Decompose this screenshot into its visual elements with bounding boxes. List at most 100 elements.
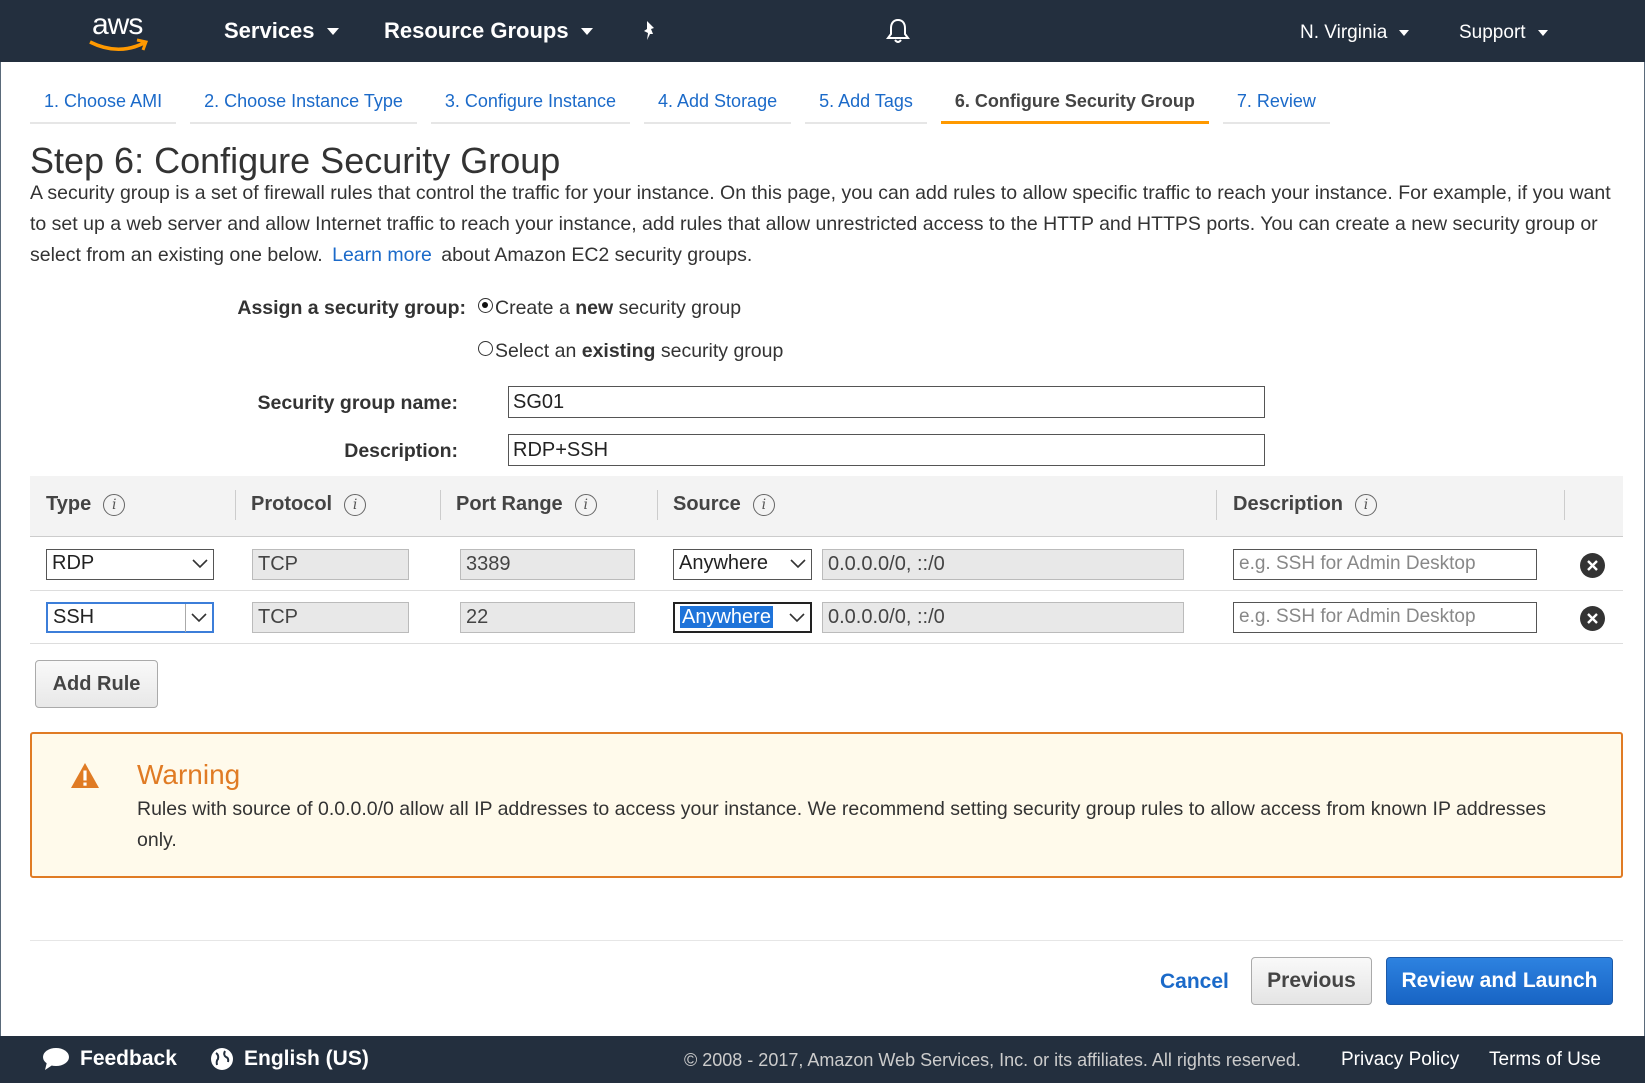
- language-selector[interactable]: English (US): [210, 1047, 369, 1071]
- protocol-field: TCP: [252, 549, 409, 580]
- rule-description-input[interactable]: e.g. SSH for Admin Desktop: [1233, 549, 1537, 580]
- region-menu[interactable]: N. Virginia: [1300, 22, 1410, 44]
- type-select[interactable]: SSH: [46, 602, 214, 633]
- resource-groups-menu[interactable]: Resource Groups: [384, 18, 593, 44]
- col-protocol-label: Protocol: [251, 493, 333, 515]
- warning-title: Warning: [137, 759, 241, 790]
- source-select[interactable]: Anywhere: [673, 602, 812, 633]
- close-icon: [1587, 560, 1598, 571]
- aws-logo[interactable]: aws: [88, 8, 158, 56]
- bell-icon: [886, 18, 910, 43]
- radio-button-selected[interactable]: [478, 298, 493, 313]
- port-range-field: 3389: [460, 549, 635, 580]
- sg-description-input[interactable]: [508, 434, 1265, 466]
- divider: [30, 940, 1623, 941]
- sg-name-label: Security group name:: [257, 392, 458, 414]
- review-and-launch-button[interactable]: Review and Launch: [1386, 957, 1613, 1005]
- source-select[interactable]: Anywhere: [673, 549, 812, 580]
- radio-create-new[interactable]: Create a new security group: [478, 297, 741, 320]
- table-row: RDP TCP 3389 Anywhere 0.0.0.0/0, ::/0 e.…: [30, 538, 1623, 591]
- column-divider: [440, 490, 441, 520]
- globe-icon: [211, 1048, 233, 1070]
- column-divider: [1564, 490, 1565, 520]
- info-icon[interactable]: i: [103, 493, 126, 516]
- tab-review[interactable]: 7. Review: [1222, 84, 1330, 124]
- services-menu[interactable]: Services: [224, 18, 339, 44]
- resource-groups-label: Resource Groups: [384, 18, 569, 43]
- rule-description-input[interactable]: e.g. SSH for Admin Desktop: [1233, 602, 1537, 633]
- source-cidr-field[interactable]: 0.0.0.0/0, ::/0: [822, 549, 1184, 580]
- copyright-text: © 2008 - 2017, Amazon Web Services, Inc.…: [684, 1050, 1301, 1070]
- source-value: Anywhere: [680, 606, 773, 628]
- port-range-field[interactable]: 22: [460, 602, 635, 633]
- rules-table-header: Type i Protocol i Port Range i Source i …: [30, 476, 1623, 537]
- footer: Feedback English (US) © 2008 - 2017, Ama…: [0, 1036, 1645, 1083]
- col-type: Type i: [46, 493, 126, 516]
- chevron-down-icon: [1399, 30, 1410, 36]
- option-existing-pre: Select an: [495, 340, 577, 362]
- services-label: Services: [224, 18, 315, 43]
- support-menu[interactable]: Support: [1459, 22, 1548, 44]
- intro-body: A security group is a set of firewall ru…: [30, 182, 1611, 266]
- feedback-button[interactable]: Feedback: [42, 1047, 177, 1071]
- col-source: Source i: [673, 493, 775, 516]
- tab-configure-instance[interactable]: 3. Configure Instance: [430, 84, 630, 124]
- source-value: Anywhere: [679, 552, 768, 574]
- pin-button[interactable]: [640, 20, 660, 42]
- protocol-field: TCP: [252, 602, 409, 633]
- cancel-button[interactable]: Cancel: [1160, 970, 1229, 994]
- intro-text: A security group is a set of firewall ru…: [30, 178, 1620, 271]
- assign-label: Assign a security group:: [237, 297, 466, 319]
- chevron-down-icon: [187, 550, 213, 578]
- notifications-button[interactable]: [886, 18, 910, 44]
- info-icon[interactable]: i: [752, 493, 775, 516]
- tab-choose-ami[interactable]: 1. Choose AMI: [30, 84, 177, 124]
- option-new-post: security group: [618, 297, 742, 319]
- col-description: Description i: [1233, 493, 1378, 516]
- col-description-label: Description: [1233, 493, 1344, 515]
- col-port-range: Port Range i: [456, 493, 597, 516]
- col-protocol: Protocol i: [251, 493, 367, 516]
- previous-button[interactable]: Previous: [1251, 957, 1372, 1005]
- pin-icon: [644, 21, 654, 40]
- sg-name-input[interactable]: [508, 386, 1265, 418]
- remove-rule-button[interactable]: [1580, 553, 1605, 578]
- feedback-label: Feedback: [80, 1047, 177, 1070]
- column-divider: [657, 490, 658, 520]
- type-select[interactable]: RDP: [46, 549, 214, 580]
- column-divider: [1216, 490, 1217, 520]
- radio-select-existing[interactable]: Select an existing security group: [478, 340, 783, 363]
- terms-of-use-link[interactable]: Terms of Use: [1489, 1049, 1601, 1071]
- learn-more-link[interactable]: Learn more: [328, 244, 436, 266]
- radio-button[interactable]: [478, 341, 493, 356]
- sg-description-label: Description:: [344, 440, 458, 462]
- column-divider: [235, 490, 236, 520]
- language-label: English (US): [244, 1047, 369, 1070]
- privacy-policy-link[interactable]: Privacy Policy: [1341, 1049, 1459, 1071]
- support-label: Support: [1459, 22, 1526, 43]
- add-rule-button[interactable]: Add Rule: [35, 660, 158, 708]
- tab-add-tags[interactable]: 5. Add Tags: [805, 84, 927, 124]
- speech-bubble-icon: [43, 1048, 69, 1070]
- close-icon: [1587, 613, 1598, 624]
- option-existing-bold: existing: [581, 340, 656, 362]
- option-existing-post: security group: [660, 340, 784, 362]
- option-new-pre: Create a: [495, 297, 570, 319]
- chevron-down-icon: [326, 27, 339, 35]
- intro-tail: about Amazon EC2 security groups.: [441, 244, 753, 266]
- type-value: RDP: [52, 552, 95, 574]
- tab-add-storage[interactable]: 4. Add Storage: [644, 84, 792, 124]
- col-port-range-label: Port Range: [456, 493, 563, 515]
- info-icon[interactable]: i: [344, 493, 367, 516]
- info-icon[interactable]: i: [1355, 493, 1378, 516]
- aws-logo-text: aws: [92, 8, 143, 41]
- tab-choose-instance-type[interactable]: 2. Choose Instance Type: [190, 84, 417, 124]
- info-icon[interactable]: i: [574, 493, 597, 516]
- table-row: SSH TCP 22 Anywhere 0.0.0.0/0, ::/0 e.g.…: [30, 591, 1623, 644]
- remove-rule-button[interactable]: [1580, 606, 1605, 631]
- chevron-down-icon: [785, 550, 811, 578]
- region-label: N. Virginia: [1300, 22, 1388, 43]
- tab-configure-security-group[interactable]: 6. Configure Security Group: [940, 84, 1209, 124]
- page-title: Step 6: Configure Security Group: [30, 140, 561, 181]
- source-cidr-field[interactable]: 0.0.0.0/0, ::/0: [822, 602, 1184, 633]
